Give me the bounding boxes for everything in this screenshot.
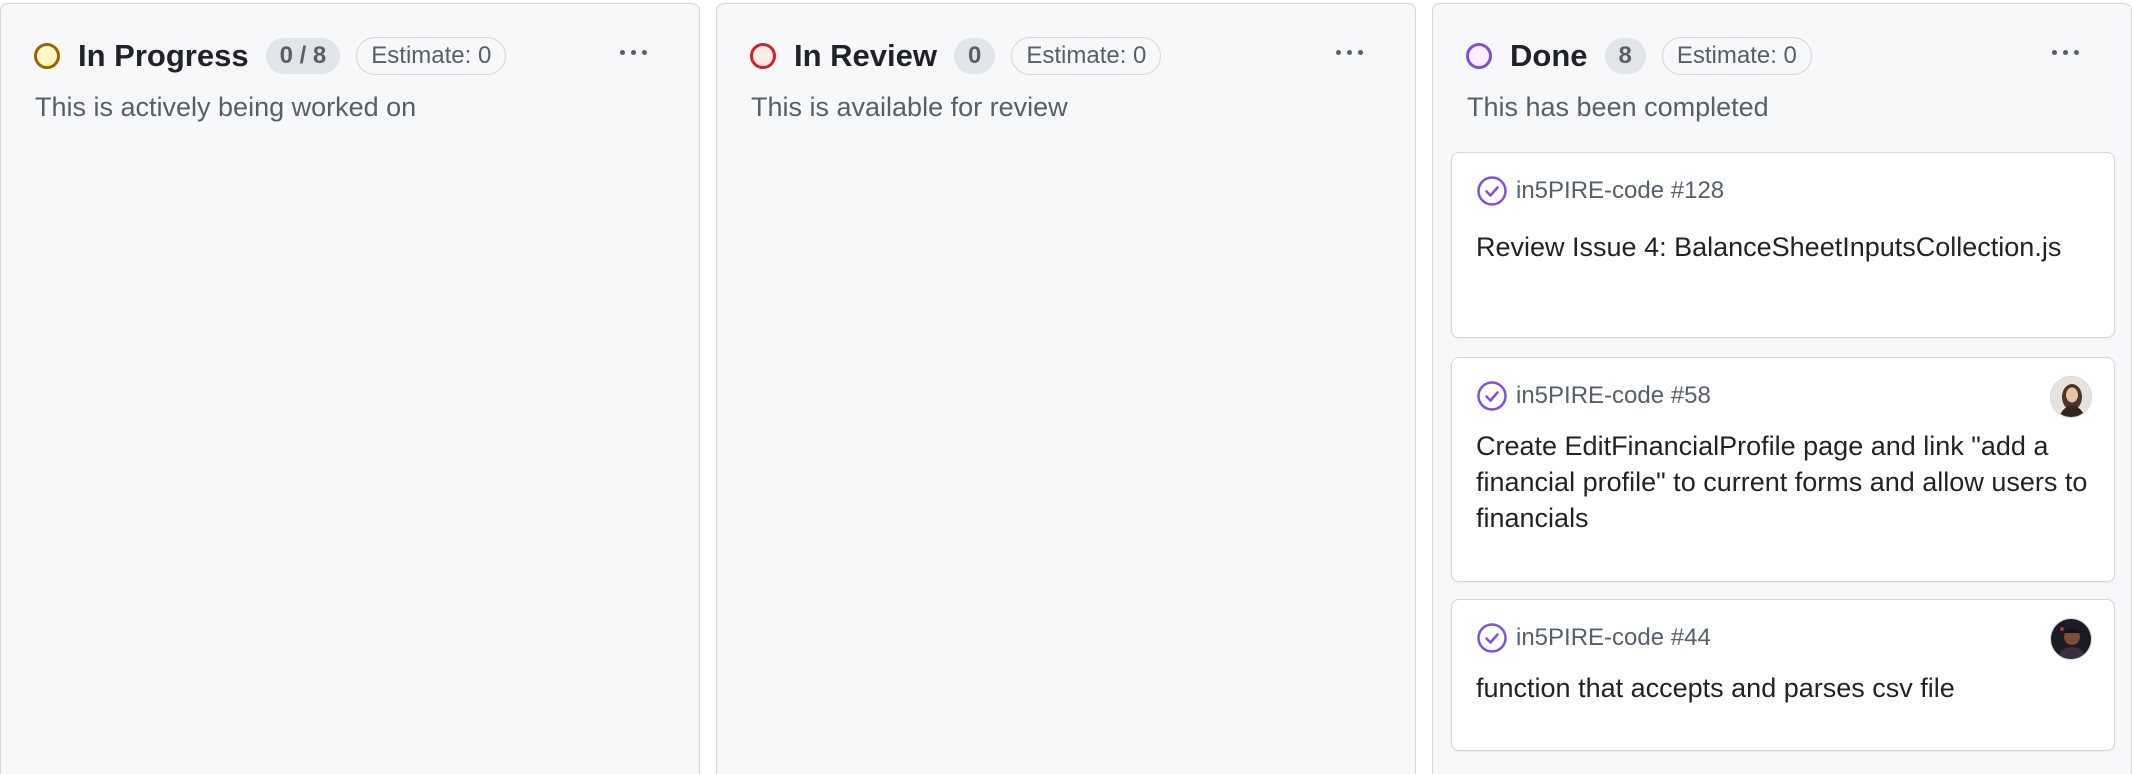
column-done: Done 8 Estimate: 0 This has been complet… [1432,3,2132,774]
card-meta: in5PIRE-code #128 [1476,175,1724,207]
kebab-dot [2062,49,2068,55]
project-board: In Progress 0 / 8 Estimate: 0 This is ac… [0,0,2132,774]
kebab-dot [1346,49,1352,55]
item-count-badge: 0 / 8 [265,38,341,74]
kebab-dot [641,49,647,55]
column-menu-button[interactable] [1321,34,1377,70]
kebab-horizontal-icon [1335,49,1341,55]
issue-closed-icon [1477,381,1507,411]
issue-reference-link[interactable]: in5PIRE-code #44 [1516,624,1711,652]
issue-card[interactable]: in5PIRE-code #128 Review Issue 4: Balanc… [1451,152,2115,338]
card-meta: in5PIRE-code #58 [1476,380,1711,412]
assignee-avatar[interactable] [2050,618,2092,660]
issue-reference-link[interactable]: in5PIRE-code #58 [1516,382,1711,410]
card-title[interactable]: function that accepts and parses csv fil… [1476,670,2094,706]
kebab-dot [1357,49,1363,55]
column-in-review: In Review 0 Estimate: 0 This is availabl… [716,3,1416,774]
column-description: This is actively being worked on [35,92,417,122]
issue-card[interactable]: in5PIRE-code #58 Create EditFinancialPro… [1451,357,2115,582]
kebab-dot [630,49,636,55]
status-circle-icon [750,43,776,69]
column-menu-button[interactable] [605,34,661,70]
assignee-avatar[interactable] [2050,376,2092,418]
avatar-image [2051,377,2091,417]
kebab-horizontal-icon [2051,49,2057,55]
item-count-badge: 0 [954,38,996,74]
column-menu-button[interactable] [2037,34,2093,70]
estimate-badge: Estimate: 0 [356,37,507,75]
column-title: In Review [794,38,937,73]
avatar-image [2051,619,2091,659]
issue-closed-icon [1477,176,1507,206]
column-title: In Progress [78,38,249,73]
card-title[interactable]: Review Issue 4: BalanceSheetInputsCollec… [1476,229,2094,265]
kebab-horizontal-icon [619,49,625,55]
issue-reference-link[interactable]: in5PIRE-code #128 [1516,177,1724,205]
column-description: This is available for review [751,92,1068,122]
column-title: Done [1510,38,1588,73]
card-meta: in5PIRE-code #44 [1476,622,1711,654]
item-count-badge: 8 [1604,38,1646,74]
estimate-badge: Estimate: 0 [1011,37,1162,75]
card-title[interactable]: Create EditFinancialProfile page and lin… [1476,428,2094,536]
column-in-progress: In Progress 0 / 8 Estimate: 0 This is ac… [0,3,700,774]
status-circle-icon [1466,43,1492,69]
column-description: This has been completed [1467,92,1769,122]
kebab-dot [2073,49,2079,55]
issue-card[interactable]: in5PIRE-code #44 function that accepts a… [1451,599,2115,751]
column-header: In Review 0 Estimate: 0 [750,34,1395,78]
column-header: Done 8 Estimate: 0 [1466,34,2111,78]
estimate-badge: Estimate: 0 [1661,37,1812,75]
status-circle-icon [34,43,60,69]
column-header: In Progress 0 / 8 Estimate: 0 [34,34,679,78]
issue-closed-icon [1477,623,1507,653]
